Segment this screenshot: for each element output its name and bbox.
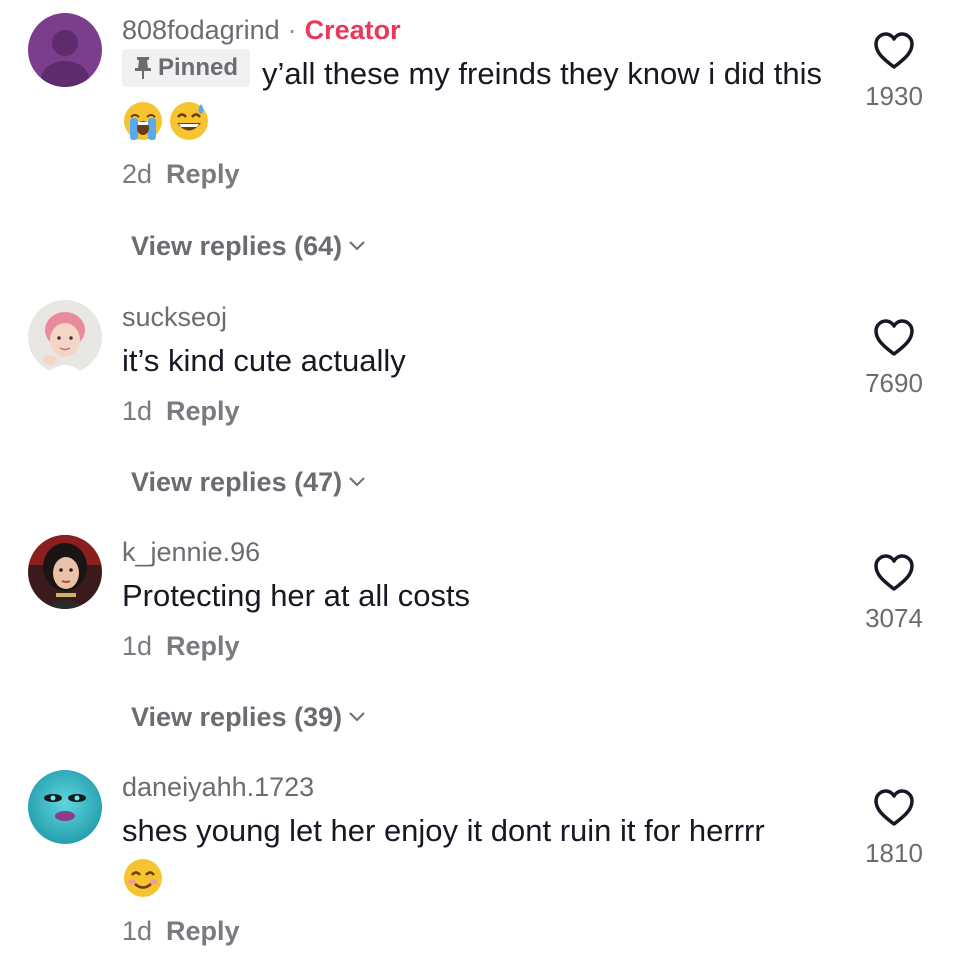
grinning-sweat-face-icon (168, 100, 210, 142)
reply-button[interactable]: Reply (166, 631, 240, 661)
view-replies-label: View replies (47) (131, 467, 343, 497)
like-count: 1810 (865, 838, 923, 868)
pinned-badge: Pinned (122, 49, 251, 87)
avatar[interactable] (28, 535, 102, 609)
comment-time: 2d (122, 159, 153, 189)
like-count: 7690 (865, 368, 923, 398)
avatar[interactable] (28, 13, 102, 87)
like-count: 3074 (865, 603, 923, 633)
username[interactable]: 808fodagrind (122, 15, 280, 45)
avatar[interactable] (28, 770, 102, 844)
comment-text: y’all these my freinds they know i did t… (262, 56, 822, 91)
reply-button[interactable]: Reply (166, 396, 240, 426)
username[interactable]: suckseoj (122, 302, 227, 332)
heart-icon[interactable] (872, 553, 916, 593)
view-replies-button[interactable]: View replies (39) (131, 700, 366, 734)
comment-time: 1d (122, 396, 153, 426)
view-replies-label: View replies (39) (131, 702, 343, 732)
reply-button[interactable]: Reply (166, 159, 240, 189)
chevron-down-icon (349, 712, 365, 722)
comment-text: it’s kind cute actually (122, 343, 406, 378)
reply-button[interactable]: Reply (166, 916, 240, 946)
pinned-label: Pinned (158, 54, 239, 81)
chevron-down-icon (349, 241, 365, 251)
smiling-face-icon (122, 857, 164, 899)
separator-dot: · (287, 15, 297, 45)
heart-icon[interactable] (872, 31, 916, 71)
comment-username-row: 808fodagrind · Creator (122, 13, 842, 47)
comment-username-row: suckseoj (122, 300, 842, 334)
chevron-down-icon (349, 477, 365, 487)
view-replies-label: View replies (64) (131, 231, 343, 261)
heart-icon[interactable] (872, 788, 916, 828)
comment-username-row: k_jennie.96 (122, 535, 842, 569)
comment-username-row: daneiyahh.1723 (122, 770, 842, 804)
like-count: 1930 (865, 81, 923, 111)
comment-time: 1d (122, 916, 153, 946)
like-area: 1930 (854, 31, 934, 112)
view-replies-button[interactable]: View replies (47) (131, 465, 366, 499)
comment-meta: 1d Reply (122, 629, 842, 663)
loudly-crying-face-icon (122, 100, 164, 142)
comment-text: Protecting her at all costs (122, 578, 471, 613)
creator-badge: Creator (304, 15, 401, 45)
like-area: 7690 (854, 318, 934, 399)
comment-text-block: shes young let her enjoy it dont ruin it… (122, 806, 842, 906)
username[interactable]: daneiyahh.1723 (122, 772, 314, 802)
comment-time: 1d (122, 631, 153, 661)
view-replies-button[interactable]: View replies (64) (131, 229, 366, 263)
comment-meta: 1d Reply (122, 914, 842, 948)
heart-icon[interactable] (872, 318, 916, 358)
pin-icon (135, 57, 151, 79)
comment-text: shes young let her enjoy it dont ruin it… (122, 813, 765, 848)
comment-text-block: Pinned y’all these my freinds they know … (122, 49, 842, 149)
like-area: 1810 (854, 788, 934, 869)
comment-text-block: it’s kind cute actually (122, 336, 842, 386)
avatar[interactable] (28, 300, 102, 374)
comment-meta: 1d Reply (122, 394, 842, 428)
comment-text-block: Protecting her at all costs (122, 571, 842, 621)
like-area: 3074 (854, 553, 934, 634)
comment-meta: 2d Reply (122, 157, 842, 191)
username[interactable]: k_jennie.96 (122, 537, 260, 567)
